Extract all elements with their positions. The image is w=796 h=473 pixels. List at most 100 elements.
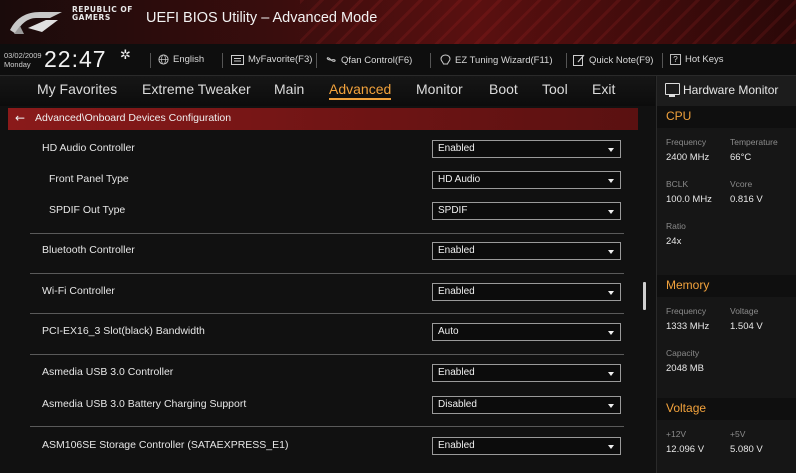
rog-logo-icon — [10, 12, 62, 34]
dropdown-arrow-icon — [608, 404, 614, 408]
fan-icon — [326, 57, 336, 62]
hd-audio-controller-select[interactable]: Enabled — [432, 140, 621, 158]
divider — [30, 354, 624, 355]
setting-row-pci-ex16-3-bandwidth[interactable]: PCI-EX16_3 Slot(black) Bandwidth Auto — [28, 320, 628, 344]
settings-scrollbar[interactable] — [643, 282, 646, 310]
dropdown-arrow-icon — [608, 331, 614, 335]
setting-row-asm106se-storage-controller[interactable]: ASM106SE Storage Controller (SATAEXPRESS… — [28, 434, 628, 458]
vcore-label: Vcore — [730, 179, 753, 189]
spdif-out-type-select[interactable]: SPDIF — [432, 202, 621, 220]
title-bar: REPUBLIC OF GAMERS UEFI BIOS Utility – A… — [0, 0, 796, 44]
separator — [316, 53, 317, 68]
select-value: Enabled — [438, 440, 475, 451]
divider — [30, 273, 624, 274]
tab-extreme-tweaker[interactable]: Extreme Tweaker — [142, 81, 251, 97]
capacity-label: Capacity — [666, 348, 700, 358]
select-value: Enabled — [438, 286, 475, 297]
capacity-value: 2048 MB — [666, 363, 705, 374]
main-menu-bar: My Favorites Extreme Tweaker Main Advanc… — [0, 76, 655, 106]
setting-row-wifi-controller[interactable]: Wi-Fi Controller Enabled — [28, 280, 628, 304]
qfan-control-button[interactable]: Qfan Control(F6) — [325, 54, 412, 66]
memory-frequency-value: 1333 MHz — [666, 321, 710, 332]
asmedia-usb3-controller-select[interactable]: Enabled — [432, 364, 621, 382]
front-panel-type-select[interactable]: HD Audio — [432, 171, 621, 189]
ez-tuning-wizard-button[interactable]: EZ Tuning Wizard(F11) — [440, 54, 553, 66]
bclk-value: 100.0 MHz — [666, 194, 712, 205]
setting-label: Bluetooth Controller — [42, 244, 135, 256]
setting-row-bluetooth-controller[interactable]: Bluetooth Controller Enabled — [28, 239, 628, 263]
date-text: 03/02/2009 — [4, 51, 42, 60]
myfavorite-button[interactable]: MyFavorite(F3) — [231, 54, 312, 65]
settings-list: HD Audio Controller Enabled Front Panel … — [28, 132, 628, 473]
breadcrumb-path: Advanced\Onboard Devices Configuration — [35, 112, 232, 124]
clock-display: 22:47 — [44, 46, 107, 72]
back-arrow-icon[interactable]: ← — [15, 111, 25, 125]
tab-monitor[interactable]: Monitor — [416, 81, 463, 97]
note-icon — [573, 54, 585, 66]
cpu-temperature-label: Temperature — [730, 137, 778, 147]
setting-label: Asmedia USB 3.0 Battery Charging Support — [42, 398, 247, 410]
setting-row-asmedia-usb3-battery-charging[interactable]: Asmedia USB 3.0 Battery Charging Support… — [28, 393, 628, 417]
separator — [430, 53, 431, 68]
info-bar: 03/02/2009 Monday 22:47 ✲ English MyFavo… — [0, 44, 796, 76]
tab-exit[interactable]: Exit — [592, 81, 615, 97]
setting-label: Asmedia USB 3.0 Controller — [42, 366, 174, 378]
memory-voltage-label: Voltage — [730, 306, 759, 316]
cpu-section-header: CPU — [657, 106, 796, 128]
ez-tuning-wizard-label: EZ Tuning Wizard(F11) — [455, 54, 553, 66]
dropdown-arrow-icon — [608, 445, 614, 449]
bulb-icon — [440, 54, 451, 65]
wifi-controller-select[interactable]: Enabled — [432, 283, 621, 301]
date-display: 03/02/2009 Monday — [4, 51, 42, 69]
quick-note-button[interactable]: Quick Note(F9) — [573, 54, 653, 66]
setting-row-hd-audio-controller[interactable]: HD Audio Controller Enabled — [28, 137, 628, 161]
setting-row-spdif-out-type[interactable]: SPDIF Out Type SPDIF — [28, 199, 628, 223]
language-button[interactable]: English — [158, 54, 204, 65]
asm106se-storage-controller-select[interactable]: Enabled — [432, 437, 621, 455]
12v-value: 12.096 V — [666, 444, 705, 455]
setting-row-asmedia-usb3-controller[interactable]: Asmedia USB 3.0 Controller Enabled — [28, 361, 628, 385]
setting-label: HD Audio Controller — [42, 142, 135, 154]
select-value: Enabled — [438, 245, 475, 256]
ratio-label: Ratio — [666, 221, 686, 231]
tab-my-favorites[interactable]: My Favorites — [37, 81, 117, 97]
divider — [30, 313, 624, 314]
tab-boot[interactable]: Boot — [489, 81, 518, 97]
pci-ex16-3-bandwidth-select[interactable]: Auto — [432, 323, 621, 341]
memory-voltage-value: 1.504 V — [730, 321, 763, 332]
dropdown-arrow-icon — [608, 291, 614, 295]
separator — [662, 53, 663, 68]
select-value: Enabled — [438, 143, 475, 154]
tab-tool[interactable]: Tool — [542, 81, 568, 97]
dropdown-arrow-icon — [608, 250, 614, 254]
quick-note-label: Quick Note(F9) — [589, 54, 654, 66]
cpu-frequency-label: Frequency — [666, 137, 707, 147]
select-value: Auto — [438, 326, 459, 337]
tab-advanced[interactable]: Advanced — [329, 81, 392, 100]
separator — [566, 53, 567, 68]
asmedia-usb3-battery-charging-select[interactable]: Disabled — [432, 396, 621, 414]
monitor-icon — [665, 83, 680, 97]
hardware-monitor-header: Hardware Monitor — [657, 76, 796, 106]
brand-text: REPUBLIC OF GAMERS — [72, 6, 133, 22]
memory-heading: Memory — [666, 278, 710, 292]
hotkeys-icon: ? — [670, 54, 681, 65]
hardware-monitor-title: Hardware Monitor — [683, 83, 779, 97]
dropdown-arrow-icon — [608, 179, 614, 183]
bluetooth-controller-select[interactable]: Enabled — [432, 242, 621, 260]
globe-icon — [158, 54, 169, 65]
5v-value: 5.080 V — [730, 444, 763, 455]
setting-label: Wi-Fi Controller — [42, 285, 115, 297]
dropdown-arrow-icon — [608, 210, 614, 214]
cpu-temperature-value: 66°C — [730, 152, 752, 163]
setting-label: Front Panel Type — [49, 173, 129, 185]
setting-row-front-panel-type[interactable]: Front Panel Type HD Audio — [28, 168, 628, 192]
12v-label: +12V — [666, 429, 687, 439]
select-value: Enabled — [438, 367, 475, 378]
dropdown-arrow-icon — [608, 372, 614, 376]
gear-icon[interactable]: ✲ — [120, 48, 131, 63]
5v-label: +5V — [730, 429, 746, 439]
tab-main[interactable]: Main — [274, 81, 304, 97]
app-title: UEFI BIOS Utility – Advanced Mode — [146, 10, 378, 26]
hot-keys-button[interactable]: ? Hot Keys — [670, 54, 724, 65]
